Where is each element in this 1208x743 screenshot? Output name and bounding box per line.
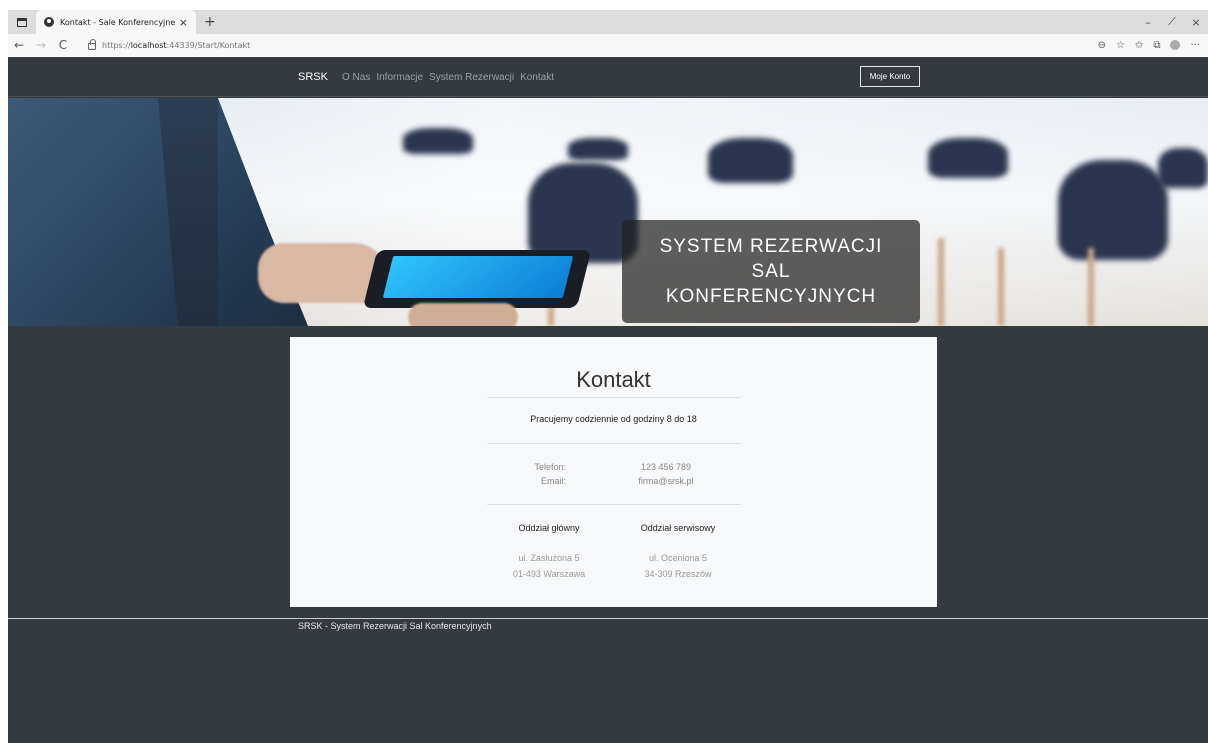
back-button[interactable]: ← (8, 38, 30, 52)
branch-service-heading: Oddział serwisowy (640, 523, 716, 533)
url-host: localhost (130, 40, 167, 50)
collections-icon[interactable]: ⧉ (1153, 40, 1160, 51)
chair-leg (1088, 248, 1094, 326)
hero-title-box: SYSTEM REZERWACJI SAL KONFERENCYJNYCH (622, 220, 920, 323)
favorites-icon[interactable]: ✩ (1135, 40, 1143, 51)
url-field[interactable]: https://localhost:44339/Start/Kontakt (102, 41, 250, 50)
divider (487, 443, 741, 444)
phone-value: 123 456 789 (640, 462, 692, 472)
chair-leg (998, 248, 1004, 326)
window-controls: – ⟋ × (1136, 10, 1208, 34)
footer-divider (8, 618, 1208, 619)
branch-service-street: ul. Oceniona 5 (648, 553, 708, 563)
page-title: Kontakt (576, 367, 651, 392)
chair-image (1158, 148, 1208, 188)
working-hours: Pracujemy codziennie od godziny 8 do 18 (530, 414, 697, 424)
nav-link-system-rezerwacji[interactable]: System Rezerwacji (429, 72, 514, 83)
url-scheme: https:// (102, 40, 131, 50)
divider (487, 504, 741, 505)
brand-link[interactable]: SRSK (298, 71, 328, 83)
address-bar: ← → C https://localhost:44339/Start/Kont… (8, 34, 1208, 56)
more-menu-icon[interactable]: ··· (1190, 40, 1200, 51)
forward-button[interactable]: → (30, 38, 52, 52)
page: SRSK O Nas Informacje System Rezerwacji … (8, 57, 1208, 743)
hero-title-line: KONFERENCYJNYCH (665, 286, 877, 307)
refresh-button[interactable]: C (52, 38, 74, 52)
tab-title: Kontakt - Sale Konferencyjne (60, 17, 175, 27)
divider (487, 397, 741, 398)
minimize-icon[interactable]: – (1136, 16, 1160, 29)
chair-image (403, 128, 473, 154)
close-window-icon[interactable]: × (1184, 16, 1208, 29)
profile-avatar-icon[interactable] (1170, 40, 1181, 50)
nav-links: O Nas Informacje System Rezerwacji Konta… (342, 72, 554, 83)
browser-tab[interactable]: Kontakt - Sale Konferencyjne × (36, 10, 196, 34)
url-path: :44339/Start/Kontakt (166, 40, 251, 50)
email-value[interactable]: firma@srsk.pl (626, 476, 706, 486)
branch-main-street: ul. Zasłużona 5 (518, 553, 580, 563)
zoom-icon[interactable]: ⊖ (1098, 40, 1106, 51)
chair-image (1058, 160, 1168, 260)
account-button[interactable]: Moje Konto (860, 66, 920, 87)
footer-text: SRSK - System Rezerwacji Sal Konferencyj… (298, 621, 492, 631)
chair-leg (938, 238, 944, 326)
nav-link-o-nas[interactable]: O Nas (342, 72, 370, 83)
browser-tab-bar: Kontakt - Sale Konferencyjne × + – ⟋ × (8, 10, 1208, 34)
email-label: Email: (540, 476, 566, 486)
lock-icon[interactable] (88, 38, 96, 50)
hand-image (408, 303, 518, 326)
restore-icon[interactable]: ⟋ (1160, 15, 1184, 29)
tab-close-icon[interactable]: × (179, 16, 188, 29)
hero-title-line: SYSTEM REZERWACJI (659, 236, 883, 257)
branch-main-city: 01-493 Warszawa (512, 569, 586, 579)
tablet-screen-image (382, 256, 574, 298)
branch-main-heading: Oddział główny (518, 523, 580, 533)
nav-link-kontakt[interactable]: Kontakt (520, 72, 554, 83)
chair-image (568, 138, 628, 160)
chair-image (928, 138, 1008, 178)
new-tab-button[interactable]: + (204, 14, 216, 30)
phone-label: Telefon: (534, 462, 566, 472)
nav-link-informacje[interactable]: Informacje (376, 72, 423, 83)
site-navbar: SRSK O Nas Informacje System Rezerwacji … (8, 57, 1208, 97)
hero-title-line: SAL (751, 261, 791, 282)
contact-card: Kontakt Pracujemy codziennie od godziny … (290, 337, 937, 607)
hero-banner: SYSTEM REZERWACJI SAL KONFERENCYJNYCH (8, 98, 1208, 326)
chair-image (708, 138, 793, 183)
favicon-icon (44, 17, 54, 27)
read-aloud-icon[interactable]: ☆ (1116, 40, 1125, 51)
branch-service-city: 34-309 Rzeszów (644, 569, 712, 579)
tab-actions-icon[interactable] (8, 10, 36, 34)
address-bar-actions: ⊖ ☆ ✩ ⧉ ··· (1098, 40, 1208, 51)
